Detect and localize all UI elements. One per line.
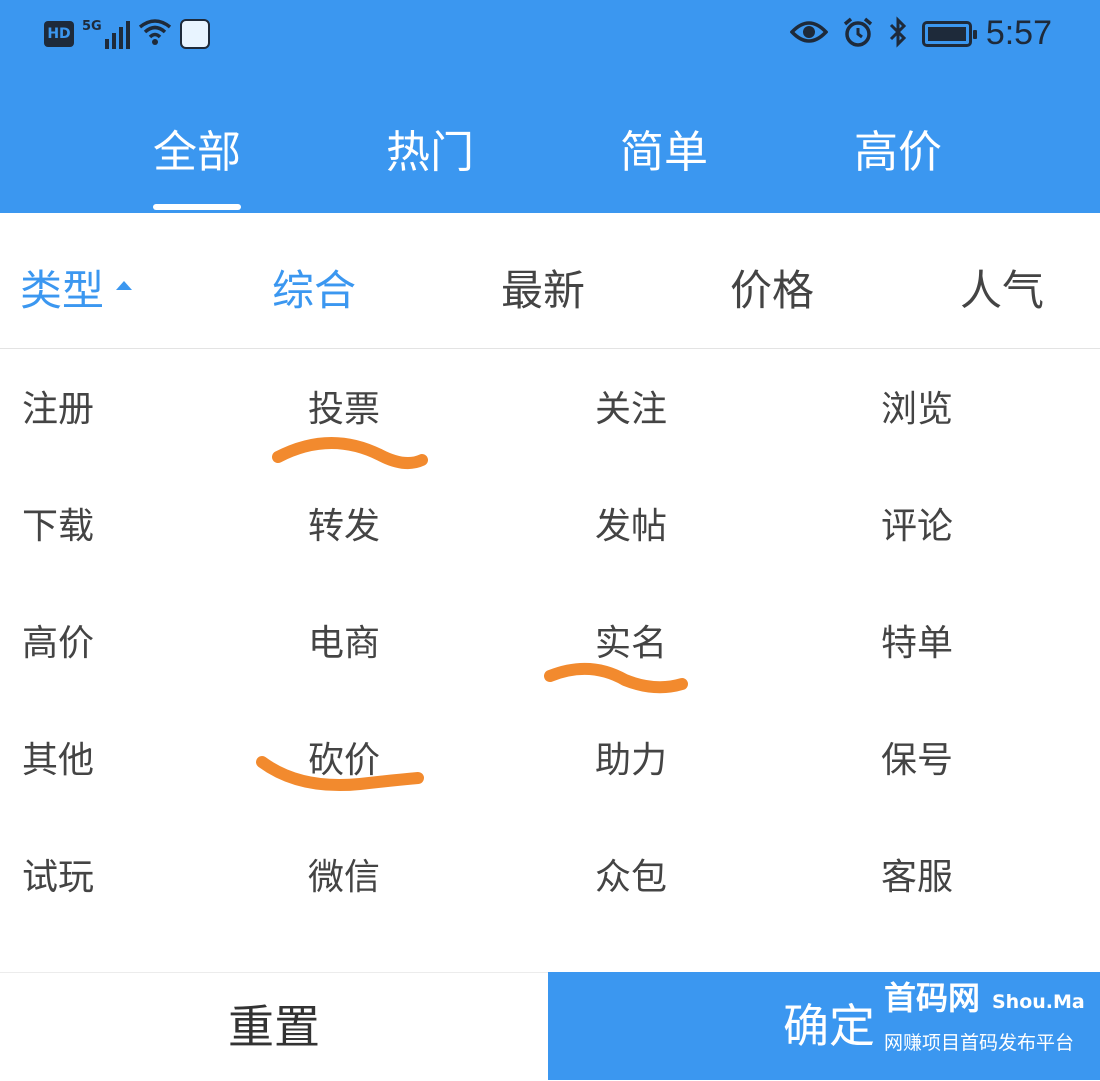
bluetooth-icon (888, 15, 908, 52)
watermark-brand: Shou.Ma (992, 991, 1085, 1013)
category-browse[interactable]: 浏览 (881, 380, 953, 432)
caret-up-icon (116, 281, 133, 290)
watermark-subtitle: 网赚项目首码发布平台 (884, 1032, 1075, 1054)
sort-price[interactable]: 价格 (730, 257, 814, 318)
category-crowdsource[interactable]: 众包 (595, 848, 667, 900)
category-customer-service[interactable]: 客服 (881, 848, 953, 900)
category-trial-play[interactable]: 试玩 (22, 848, 94, 900)
status-time: 5:57 (985, 14, 1052, 52)
category-high-price[interactable]: 高价 (22, 614, 94, 666)
header: HD 5G 5:57 全部 热门 简单 高价 (0, 0, 1100, 213)
sort-newest[interactable]: 最新 (501, 257, 585, 318)
sort-comprehensive[interactable]: 综合 (272, 257, 356, 318)
category-bargain[interactable]: 砍价 (308, 731, 380, 783)
sort-bar: 类型 综合 最新 价格 人气 (0, 213, 1100, 349)
tab-hot[interactable]: 热门 (360, 116, 500, 180)
category-download[interactable]: 下载 (22, 497, 94, 549)
status-bar: HD 5G 5:57 (0, 0, 1100, 78)
category-vote[interactable]: 投票 (308, 380, 380, 432)
category-other[interactable]: 其他 (22, 731, 94, 783)
category-real-name[interactable]: 实名 (595, 614, 667, 666)
status-left: HD 5G (44, 18, 210, 50)
category-follow[interactable]: 关注 (595, 380, 667, 432)
status-right: 5:57 (789, 14, 1052, 53)
confirm-button[interactable]: 确定 首码网 Shou.Ma 网赚项目首码发布平台 (548, 972, 1100, 1080)
tab-simple[interactable]: 简单 (594, 116, 734, 180)
eye-icon (789, 19, 829, 49)
app-notification-icon (179, 19, 210, 49)
hd-badge: HD (44, 21, 74, 47)
wifi-icon (138, 18, 172, 50)
type-filter-label: 类型 (20, 266, 105, 315)
alarm-icon (842, 16, 874, 52)
type-filter-button[interactable]: 类型 (20, 257, 133, 318)
category-comment[interactable]: 评论 (881, 497, 953, 549)
sort-popularity[interactable]: 人气 (960, 257, 1044, 318)
category-assist[interactable]: 助力 (595, 731, 667, 783)
signal-label: 5G (82, 19, 102, 34)
confirm-button-label: 确定 (783, 999, 875, 1053)
battery-icon (921, 20, 977, 47)
category-repost[interactable]: 转发 (308, 497, 380, 549)
tab-high-price[interactable]: 高价 (828, 116, 968, 180)
tab-all[interactable]: 全部 (127, 116, 267, 210)
watermark-title: 首码网 (884, 979, 981, 1017)
category-special[interactable]: 特单 (881, 614, 953, 666)
category-keep-account[interactable]: 保号 (881, 731, 953, 783)
signal-icon: 5G (82, 19, 130, 49)
top-tabs: 全部 热门 简单 高价 (0, 100, 1100, 213)
category-grid: 注册 投票 关注 浏览 下载 转发 发帖 评论 高价 电商 实名 特单 其他 砍… (0, 350, 1100, 940)
reset-button[interactable]: 重置 (0, 972, 548, 1080)
category-ecommerce[interactable]: 电商 (308, 614, 380, 666)
category-register[interactable]: 注册 (22, 380, 94, 432)
category-wechat[interactable]: 微信 (308, 848, 380, 900)
category-post[interactable]: 发帖 (595, 497, 667, 549)
